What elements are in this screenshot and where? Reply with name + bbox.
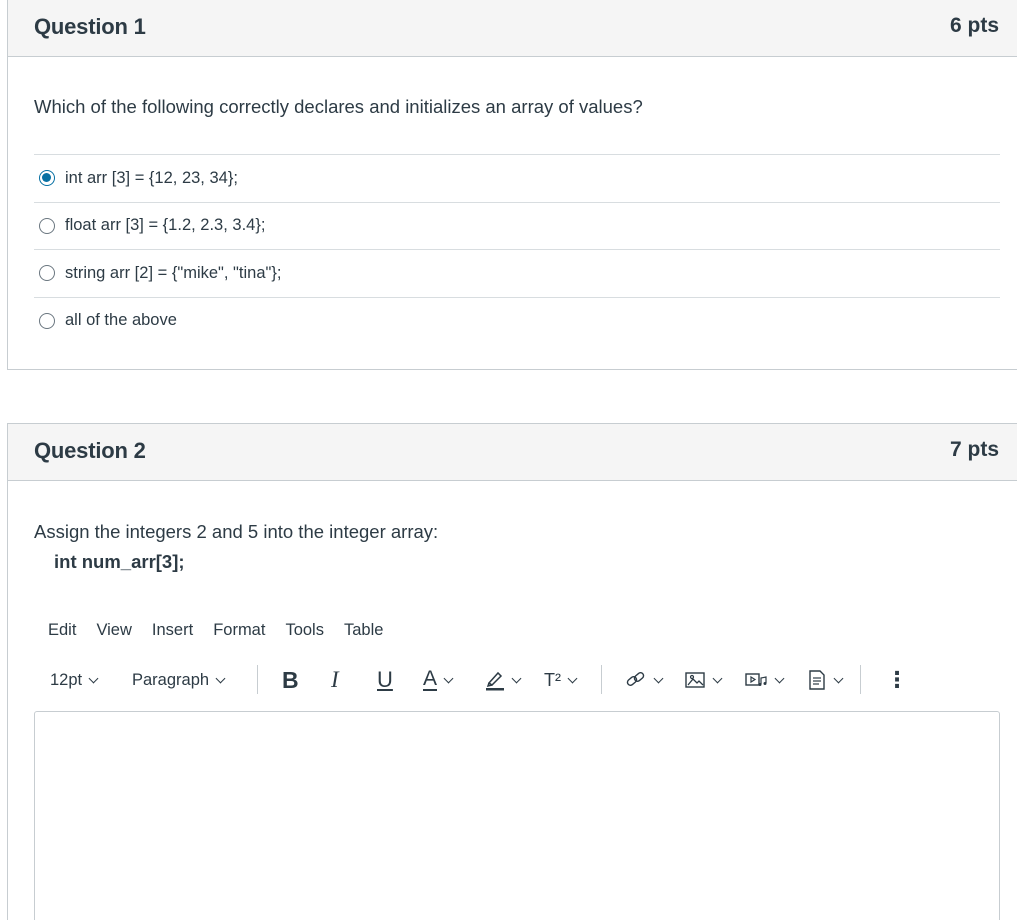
superscript-icon: T²	[544, 669, 561, 690]
question-header: Question 1 6 pts	[8, 0, 1017, 57]
question-header: Question 2 7 pts	[8, 424, 1017, 481]
block-format-value: Paragraph	[132, 670, 210, 689]
block-format-dropdown[interactable]: Paragraph	[132, 662, 226, 698]
toolbar-divider	[601, 665, 602, 694]
highlighter-icon	[486, 671, 504, 691]
chevron-down-icon	[88, 673, 99, 683]
rich-text-editor[interactable]	[34, 711, 1000, 920]
chevron-down-icon	[215, 673, 226, 683]
link-button[interactable]	[625, 662, 664, 698]
menu-tools[interactable]: Tools	[285, 621, 324, 640]
toolbar-divider	[257, 665, 258, 694]
chevron-down-icon	[653, 673, 664, 683]
chevron-down-icon	[443, 673, 454, 683]
question-text: Assign the integers 2 and 5 into the int…	[34, 521, 439, 542]
more-options-button[interactable]: ⋮	[886, 662, 908, 698]
media-button[interactable]	[744, 662, 785, 698]
document-icon	[809, 670, 825, 690]
chevron-down-icon	[833, 673, 844, 683]
chevron-down-icon	[511, 673, 522, 683]
answer-option[interactable]: int arr [3] = {12, 23, 34};	[34, 154, 1000, 202]
menu-table[interactable]: Table	[344, 621, 383, 640]
chevron-down-icon	[712, 673, 723, 683]
answer-label[interactable]: all of the above	[65, 311, 177, 330]
bold-button[interactable]: B	[282, 662, 299, 698]
italic-icon: I	[331, 667, 339, 692]
radio-button-selected[interactable]	[39, 170, 55, 187]
radio-button[interactable]	[39, 312, 55, 329]
question-points: 7 pts	[949, 438, 999, 461]
toolbar-divider	[860, 665, 861, 694]
menu-format[interactable]: Format	[213, 621, 265, 640]
answer-label[interactable]: float arr [3] = {1.2, 2.3, 3.4};	[65, 216, 265, 235]
more-icon: ⋮	[886, 667, 908, 692]
menu-view[interactable]: View	[96, 621, 131, 640]
font-size-value: 12pt	[50, 670, 83, 689]
answer-label[interactable]: string arr [2] = {"mike", "tina"};	[65, 264, 281, 283]
question-title: Question 2	[34, 438, 146, 463]
answer-option[interactable]: float arr [3] = {1.2, 2.3, 3.4};	[34, 201, 1000, 250]
text-color-icon: A	[423, 667, 438, 691]
answer-list: int arr [3] = {12, 23, 34}; float arr [3…	[34, 154, 1000, 344]
question-code: int num_arr[3];	[54, 551, 185, 572]
answer-option[interactable]: string arr [2] = {"mike", "tina"};	[34, 249, 1000, 297]
question-title: Question 1	[34, 14, 146, 39]
menu-edit[interactable]: Edit	[48, 621, 76, 640]
media-icon	[745, 673, 767, 686]
italic-button[interactable]: I	[331, 662, 339, 698]
chevron-down-icon	[567, 673, 578, 683]
editor-toolbar: 12pt Paragraph B I U A T² ⋮	[48, 662, 998, 698]
underline-icon: U	[377, 667, 393, 692]
radio-button[interactable]	[39, 265, 55, 282]
answer-label[interactable]: int arr [3] = {12, 23, 34};	[65, 169, 238, 188]
highlight-color-button[interactable]	[485, 662, 522, 698]
bold-icon: B	[282, 666, 299, 693]
document-button[interactable]	[807, 662, 844, 698]
menu-insert[interactable]: Insert	[152, 621, 193, 640]
editor-menubar: Edit View Insert Format Tools Table	[48, 621, 403, 640]
chevron-down-icon	[774, 673, 785, 683]
link-icon	[626, 672, 645, 686]
answer-option[interactable]: all of the above	[34, 296, 1000, 345]
superscript-button[interactable]: T²	[544, 662, 578, 698]
question-2-card: Question 2 7 pts Assign the integers 2 a…	[7, 423, 1017, 920]
question-text: Which of the following correctly declare…	[34, 96, 643, 117]
font-size-dropdown[interactable]: 12pt	[50, 662, 99, 698]
text-color-button[interactable]: A	[423, 662, 454, 698]
radio-button[interactable]	[39, 217, 55, 234]
question-points: 6 pts	[949, 14, 999, 37]
question-1-card: Question 1 6 pts Which of the following …	[7, 0, 1017, 370]
underline-button[interactable]: U	[377, 662, 393, 698]
image-icon	[685, 672, 705, 688]
image-button[interactable]	[684, 662, 723, 698]
